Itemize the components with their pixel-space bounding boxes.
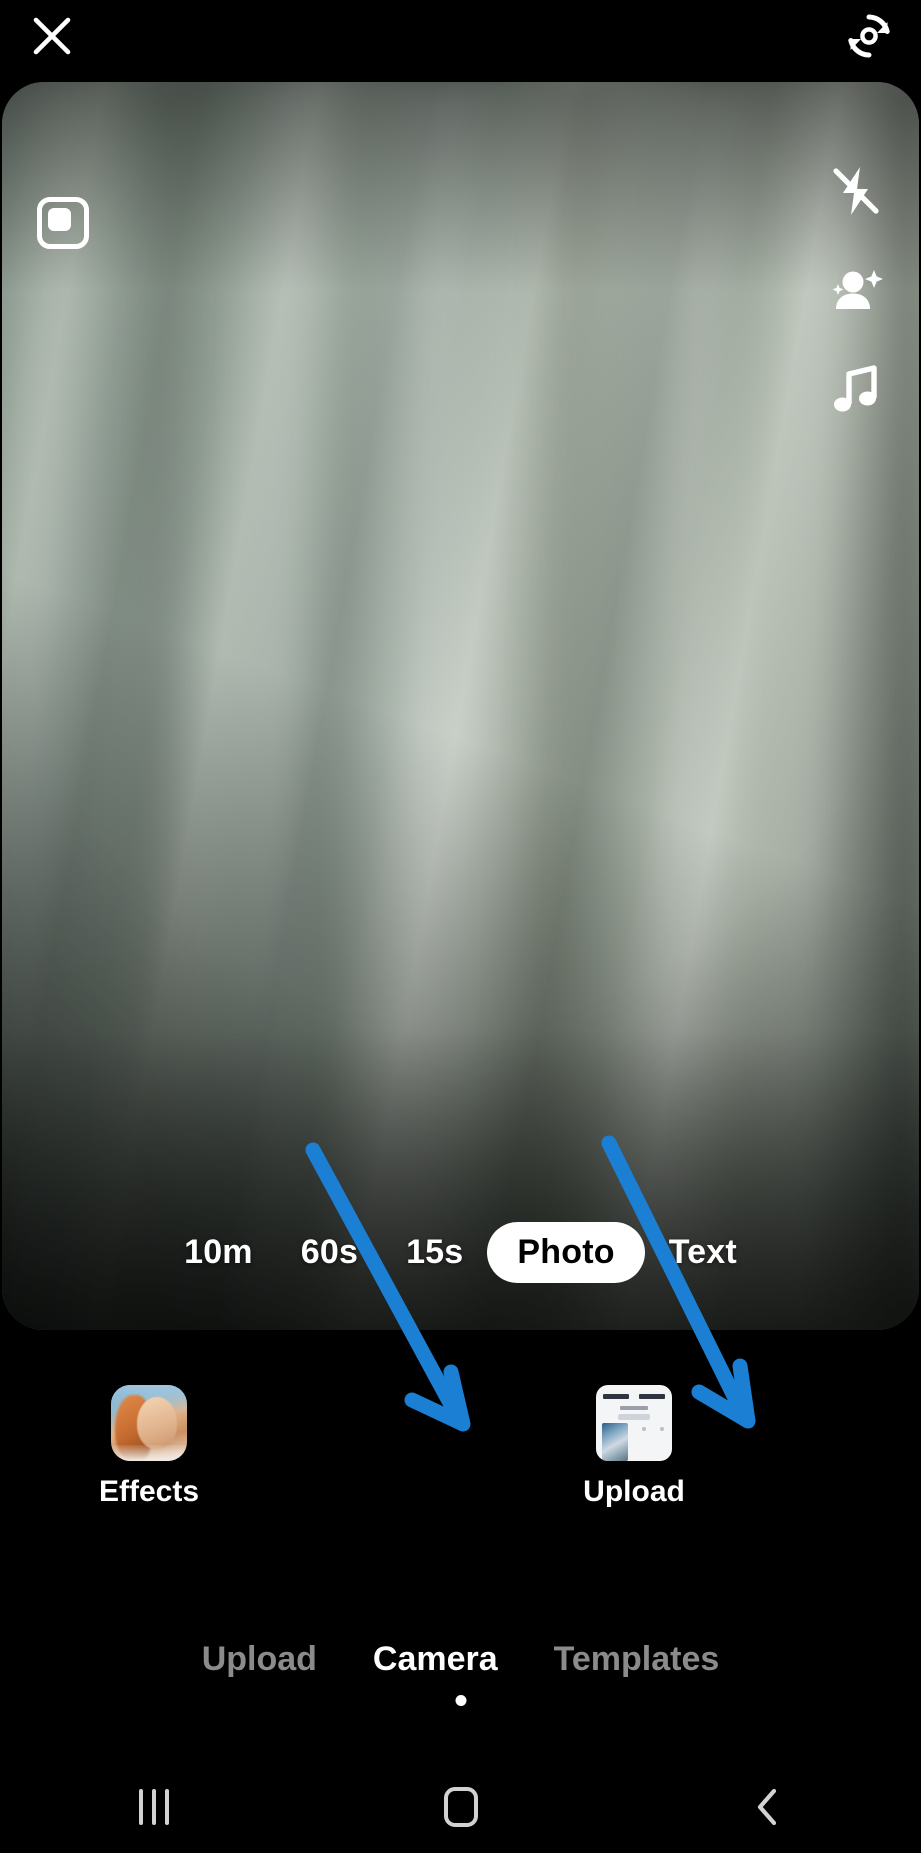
- preview-bottom-scrim: [2, 1030, 919, 1330]
- preview-top-scrim: [2, 82, 919, 292]
- upload-thumb-chip: [618, 1414, 650, 1420]
- aspect-ratio-icon-inner: [48, 208, 71, 231]
- mode-text[interactable]: Text: [645, 1233, 761, 1272]
- flip-camera-button[interactable]: [839, 6, 899, 66]
- active-tab-indicator: [455, 1695, 466, 1706]
- android-nav-bar: [0, 1760, 921, 1853]
- recents-button[interactable]: [0, 1760, 307, 1853]
- upload-thumb-dots: [624, 1427, 664, 1431]
- tab-upload[interactable]: Upload: [202, 1640, 317, 1679]
- upload-thumb-photo: [602, 1423, 628, 1461]
- beautify-icon: [832, 270, 883, 309]
- action-row: Effects Upload: [0, 1365, 921, 1565]
- aspect-ratio-icon: [37, 197, 89, 249]
- tab-camera[interactable]: Camera: [373, 1640, 498, 1679]
- upload-thumbnail-icon: [596, 1385, 672, 1461]
- flash-off-button[interactable]: [825, 160, 887, 222]
- back-icon: [757, 1788, 776, 1825]
- tab-templates[interactable]: Templates: [554, 1640, 720, 1679]
- effects-label: Effects: [98, 1475, 200, 1508]
- home-icon: [443, 1786, 478, 1827]
- top-bar: [0, 0, 921, 82]
- effects-thumbnail-icon: [111, 1385, 187, 1461]
- upload-label: Upload: [583, 1475, 685, 1508]
- recents-icon: [138, 1788, 169, 1825]
- mode-60s[interactable]: 60s: [277, 1233, 382, 1272]
- back-button[interactable]: [614, 1760, 921, 1853]
- effects-button[interactable]: Effects: [99, 1385, 199, 1509]
- close-icon: [33, 17, 71, 55]
- mode-15s[interactable]: 15s: [382, 1233, 487, 1272]
- flash-off-icon: [833, 167, 879, 215]
- effects-thumb-shoulder: [111, 1445, 187, 1461]
- effects-thumb-face: [137, 1397, 177, 1449]
- preview-right-rail: [821, 160, 891, 422]
- add-sound-button[interactable]: [825, 360, 887, 422]
- flip-camera-icon: [848, 14, 890, 58]
- music-note-icon: [834, 365, 877, 412]
- mode-10m[interactable]: 10m: [160, 1233, 277, 1272]
- aspect-ratio-button[interactable]: [37, 197, 89, 249]
- close-button[interactable]: [24, 8, 80, 64]
- upload-thumb-subtitle: [620, 1406, 648, 1410]
- mode-photo[interactable]: Photo: [487, 1221, 645, 1283]
- upload-thumb-header: [603, 1394, 665, 1399]
- home-button[interactable]: [307, 1760, 614, 1853]
- beautify-button[interactable]: [825, 260, 887, 322]
- camera-screen: 10m 60s 15s Photo Text Effects Upload Up…: [0, 0, 921, 1853]
- upload-button[interactable]: Upload: [583, 1385, 685, 1509]
- camera-preview[interactable]: 10m 60s 15s Photo Text: [2, 82, 919, 1330]
- bottom-tabs: Upload Camera Templates: [0, 1640, 921, 1679]
- mode-selector: 10m 60s 15s Photo Text: [2, 1220, 919, 1284]
